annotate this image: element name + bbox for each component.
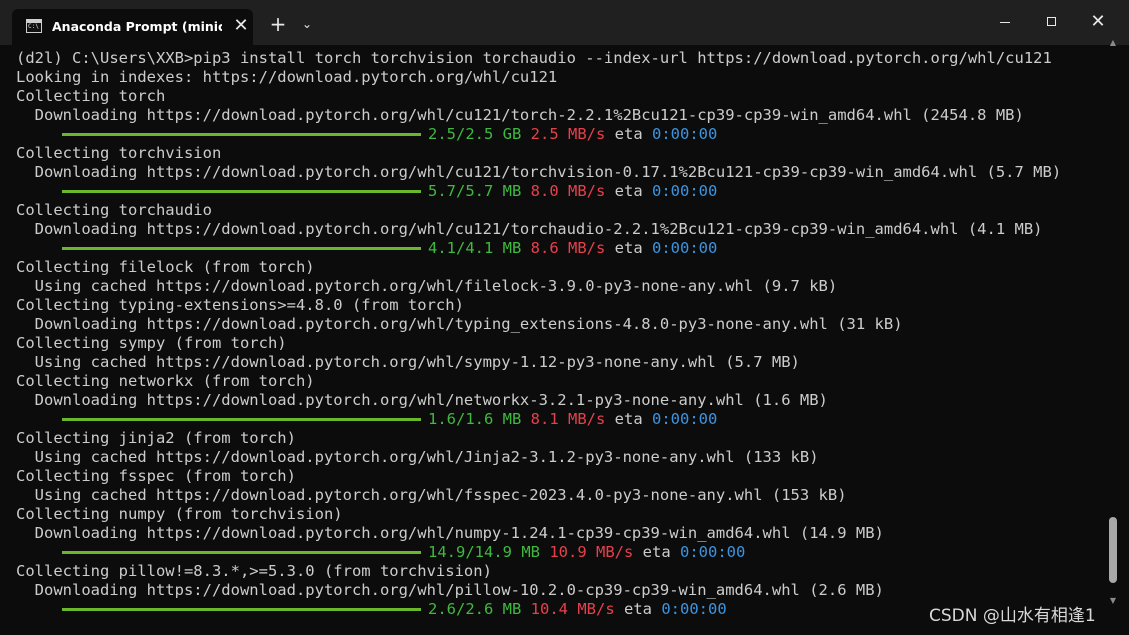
download-speed: 10.9 MB/s xyxy=(549,543,634,561)
eta-label: eta xyxy=(605,182,652,200)
terminal-line: Downloading https://download.pytorch.org… xyxy=(16,163,1062,181)
close-button[interactable]: ✕ xyxy=(1075,8,1121,36)
progress-line: 5.7/5.7 MB 8.0 MB/s eta 0:00:00 xyxy=(16,182,1096,201)
terminal-window: Anaconda Prompt (miniconda ✕ + ⌄ ✕ (d2l)… xyxy=(0,0,1129,635)
new-tab-button[interactable]: + xyxy=(266,12,290,36)
download-size: 2.5/2.5 GB xyxy=(428,125,522,143)
download-speed: 2.5 MB/s xyxy=(530,125,606,143)
progress-bar xyxy=(62,418,421,421)
progress-bar xyxy=(62,608,421,611)
console-icon xyxy=(26,19,42,33)
tab-anaconda-prompt[interactable]: Anaconda Prompt (miniconda ✕ xyxy=(12,9,253,45)
eta-value: 0:00:00 xyxy=(652,182,718,200)
terminal-line: Downloading https://download.pytorch.org… xyxy=(16,391,828,409)
eta-value: 0:00:00 xyxy=(661,600,727,618)
terminal-line: Collecting torchaudio xyxy=(16,201,212,219)
terminal-line: Downloading https://download.pytorch.org… xyxy=(16,106,1024,124)
eta-value: 0:00:00 xyxy=(680,543,746,561)
progress-line: 14.9/14.9 MB 10.9 MB/s eta 0:00:00 xyxy=(16,543,1096,562)
scrollbar-thumb[interactable] xyxy=(1109,517,1117,583)
progress-line: 2.5/2.5 GB 2.5 MB/s eta 0:00:00 xyxy=(16,125,1096,144)
download-speed: 8.6 MB/s xyxy=(530,239,606,257)
download-size: 4.1/4.1 MB xyxy=(428,239,522,257)
progress-bar xyxy=(62,133,421,136)
terminal-line: Collecting filelock (from torch) xyxy=(16,258,315,276)
eta-value: 0:00:00 xyxy=(652,410,718,428)
eta-label: eta xyxy=(614,600,662,618)
tab-title: Anaconda Prompt (miniconda xyxy=(52,19,222,34)
terminal-line: Downloading https://download.pytorch.org… xyxy=(16,315,903,333)
download-size: 1.6/1.6 MB xyxy=(428,410,522,428)
eta-value: 0:00:00 xyxy=(652,125,718,143)
eta-label: eta xyxy=(605,125,652,143)
progress-line: 4.1/4.1 MB 8.6 MB/s eta 0:00:00 xyxy=(16,239,1096,258)
terminal-line: Using cached https://download.pytorch.or… xyxy=(16,486,847,504)
terminal-line: Collecting typing-extensions>=4.8.0 (fro… xyxy=(16,296,464,314)
terminal-output[interactable]: (d2l) C:\Users\XXB>pip3 install torch to… xyxy=(0,45,1106,635)
progress-bar xyxy=(62,190,421,193)
progress-line: 1.6/1.6 MB 8.1 MB/s eta 0:00:00 xyxy=(16,410,1096,429)
eta-label: eta xyxy=(605,410,652,428)
download-size: 2.6/2.6 MB xyxy=(428,600,522,618)
terminal-line: Collecting sympy (from torch) xyxy=(16,334,287,352)
terminal-line: Collecting fsspec (from torch) xyxy=(16,467,296,485)
terminal-line: Using cached https://download.pytorch.or… xyxy=(16,277,838,295)
eta-label: eta xyxy=(633,543,680,561)
eta-value: 0:00:00 xyxy=(652,239,718,257)
terminal-line: Using cached https://download.pytorch.or… xyxy=(16,448,819,466)
tab-close-icon[interactable]: ✕ xyxy=(230,15,252,37)
terminal-line: Collecting networkx (from torch) xyxy=(16,372,315,390)
chevron-down-icon[interactable]: ⌄ xyxy=(296,12,318,36)
minimize-button[interactable] xyxy=(982,8,1028,36)
progress-bar xyxy=(62,551,421,554)
download-speed: 8.1 MB/s xyxy=(530,410,606,428)
download-speed: 8.0 MB/s xyxy=(530,182,606,200)
watermark: CSDN @山水有相逢1 xyxy=(929,606,1096,626)
progress-bar xyxy=(62,247,421,250)
title-bar: Anaconda Prompt (miniconda ✕ + ⌄ ✕ xyxy=(0,0,1129,45)
download-speed: 10.4 MB/s xyxy=(530,600,615,618)
terminal-line: Downloading https://download.pytorch.org… xyxy=(16,524,884,542)
terminal-line: Downloading https://download.pytorch.org… xyxy=(16,581,884,599)
download-size: 5.7/5.7 MB xyxy=(428,182,522,200)
terminal-line: Collecting pillow!=8.3.*,>=5.3.0 (from t… xyxy=(16,562,492,580)
terminal-line: Using cached https://download.pytorch.or… xyxy=(16,353,800,371)
terminal-line: Collecting jinja2 (from torch) xyxy=(16,429,296,447)
maximize-button[interactable] xyxy=(1029,8,1075,36)
terminal-line: Collecting numpy (from torchvision) xyxy=(16,505,343,523)
terminal-line: Downloading https://download.pytorch.org… xyxy=(16,220,1043,238)
eta-label: eta xyxy=(605,239,652,257)
terminal-line: Collecting torchvision xyxy=(16,144,222,162)
terminal-line: (d2l) C:\Users\XXB>pip3 install torch to… xyxy=(16,49,1052,67)
terminal-line: Collecting torch xyxy=(16,87,166,105)
download-size: 14.9/14.9 MB xyxy=(428,543,540,561)
terminal-line: Looking in indexes: https://download.pyt… xyxy=(16,68,558,86)
scroll-up-icon[interactable]: ▲ xyxy=(1108,38,1118,48)
